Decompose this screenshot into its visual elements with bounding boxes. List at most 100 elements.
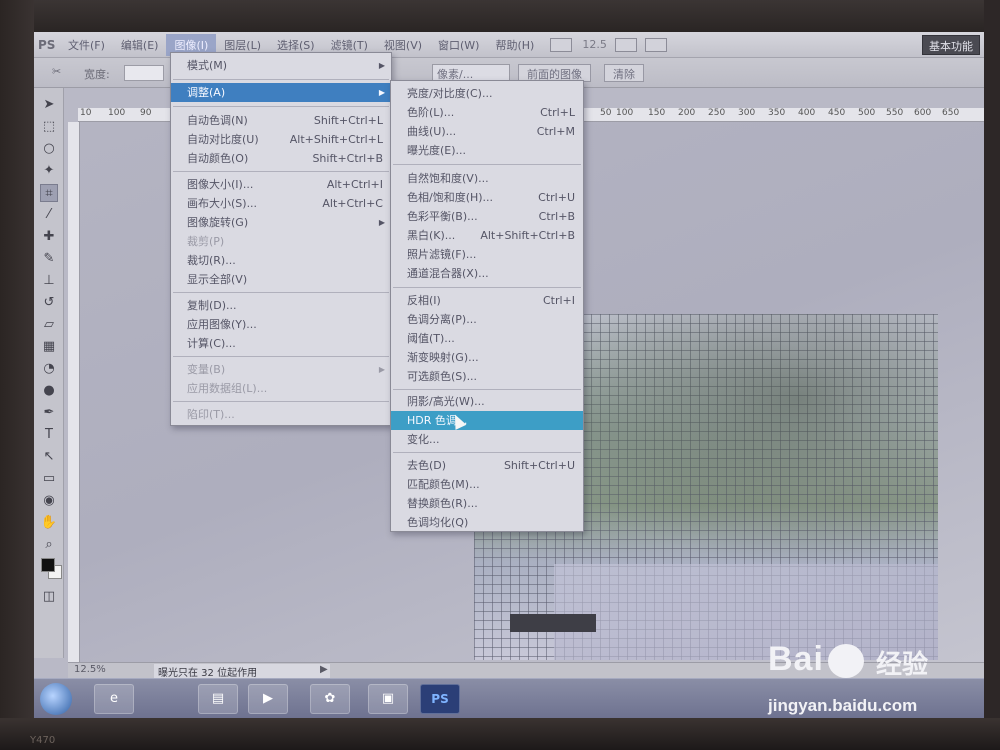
image-menu-item-canvas-size[interactable]: 画布大小(S)... Alt+Ctrl+C bbox=[171, 194, 391, 213]
adjust-item-brightness-contrast[interactable]: 亮度/对比度(C)... bbox=[391, 84, 583, 103]
shape-tool-icon[interactable]: ▭ bbox=[40, 470, 58, 488]
image-menu-item-trap: 陷印(T)... bbox=[187, 408, 235, 421]
image-menu-item-apply-image[interactable]: 应用图像(Y)... bbox=[171, 315, 391, 334]
gradient-tool-icon[interactable]: ▦ bbox=[40, 338, 58, 356]
menu-file[interactable]: 文件(F) bbox=[60, 34, 113, 56]
width-input[interactable] bbox=[124, 65, 164, 81]
image-menu-item-mode[interactable]: 模式(M) ▶ bbox=[171, 56, 391, 75]
image-menu-item-rotation[interactable]: 图像旋转(G) ▶ bbox=[171, 213, 391, 232]
adjust-item-levels[interactable]: 色阶(L)... Ctrl+L bbox=[391, 103, 583, 122]
adjust-item-shadows-highlights[interactable]: 阴影/高光(W)... bbox=[391, 392, 583, 411]
photoshop-taskbar-icon[interactable]: PS bbox=[420, 684, 460, 714]
zoom-tool-icon[interactable]: ⌕ bbox=[40, 536, 58, 554]
ruler-mark: 400 bbox=[798, 108, 816, 118]
stamp-tool-icon[interactable]: ⊥ bbox=[40, 272, 58, 290]
ruler-mark: 250 bbox=[708, 108, 726, 118]
zoom-level[interactable]: 12.5 bbox=[582, 38, 607, 51]
menu-help[interactable]: 帮助(H) bbox=[487, 34, 542, 56]
adjust-item-gradient-map[interactable]: 渐变映射(G)... bbox=[391, 348, 583, 367]
adjust-item-vibrance[interactable]: 自然饱和度(V)... bbox=[391, 169, 583, 188]
lasso-tool-icon[interactable]: ○ bbox=[40, 140, 58, 158]
eyedropper-tool-icon[interactable]: ⁄ bbox=[40, 206, 58, 224]
image-menu-item-calculations[interactable]: 计算(C)... bbox=[171, 334, 391, 353]
image-menu-item-duplicate[interactable]: 复制(D)... bbox=[171, 296, 391, 315]
ruler-mark: 100 bbox=[616, 108, 634, 118]
image-menu-item-adjustments[interactable]: 调整(A) ▶ bbox=[171, 83, 391, 102]
adjust-item-black-white[interactable]: 黑白(K)... Alt+Shift+Ctrl+B bbox=[391, 226, 583, 245]
vertical-ruler bbox=[68, 122, 80, 662]
eraser-tool-icon[interactable]: ▱ bbox=[40, 316, 58, 334]
image-menu-item-image-size[interactable]: 图像大小(I)... Alt+Ctrl+I bbox=[171, 175, 391, 194]
image-menu-item-crop: 裁剪(P) bbox=[187, 235, 225, 248]
brush-tool-icon[interactable]: ✎ bbox=[40, 250, 58, 268]
crop-tool-icon[interactable]: ⌗ bbox=[40, 184, 58, 202]
pen-tool-icon[interactable]: ✒ bbox=[40, 404, 58, 422]
status-arrow-icon[interactable]: ▶ bbox=[320, 664, 328, 675]
quick-mask-icon[interactable]: ◫ bbox=[40, 588, 58, 606]
path-select-tool-icon[interactable]: ↖ bbox=[40, 448, 58, 466]
image-menu-item-auto-tone[interactable]: 自动色调(N) Shift+Ctrl+L bbox=[171, 111, 391, 130]
tools-panel: ➤ ⬚ ○ ✦ ⌗ ⁄ ✚ ✎ ⊥ ↺ ▱ ▦ ◔ ● ✒ T ↖ ▭ ◉ ✋ … bbox=[34, 88, 64, 658]
watermark-brand-cn: 经验 bbox=[876, 650, 929, 680]
adjust-item-channel-mixer[interactable]: 通道混合器(X)... bbox=[391, 264, 583, 283]
bridge-icon[interactable] bbox=[550, 37, 573, 52]
menu-window[interactable]: 窗口(W) bbox=[430, 34, 487, 56]
image-menu-item-auto-color[interactable]: 自动颜色(O) Shift+Ctrl+B bbox=[171, 149, 391, 168]
start-button[interactable] bbox=[40, 683, 72, 715]
image-menu-item-auto-contrast[interactable]: 自动对比度(U) Alt+Shift+Ctrl+L bbox=[171, 130, 391, 149]
adjust-item-desaturate[interactable]: 去色(D) Shift+Ctrl+U bbox=[391, 456, 583, 475]
screen-mode-icon[interactable] bbox=[644, 37, 667, 52]
ie-icon[interactable]: e bbox=[94, 684, 134, 714]
adjust-item-variations[interactable]: 变化... bbox=[391, 430, 583, 449]
media-player-icon[interactable]: ▶ bbox=[248, 684, 288, 714]
ruler-mark: 600 bbox=[914, 108, 932, 118]
adjust-item-color-balance[interactable]: 色彩平衡(B)... Ctrl+B bbox=[391, 207, 583, 226]
arrange-documents-icon[interactable] bbox=[614, 37, 637, 52]
baidu-jingyan-watermark: Bai 经验 jingyan.baidu.com bbox=[768, 640, 978, 730]
ruler-mark: 90 bbox=[140, 108, 152, 118]
image-menu-item-reveal-all[interactable]: 显示全部(V) bbox=[171, 270, 391, 289]
ruler-mark: 200 bbox=[678, 108, 696, 118]
image-menu-item-trim[interactable]: 裁切(R)... bbox=[171, 251, 391, 270]
explorer-folder-icon[interactable]: ▤ bbox=[198, 684, 238, 714]
quick-select-tool-icon[interactable]: ✦ bbox=[40, 162, 58, 180]
adjust-item-posterize[interactable]: 色调分离(P)... bbox=[391, 310, 583, 329]
history-brush-tool-icon[interactable]: ↺ bbox=[40, 294, 58, 312]
type-tool-icon[interactable]: T bbox=[40, 426, 58, 444]
adjust-item-hue-saturation[interactable]: 色相/饱和度(H)... Ctrl+U bbox=[391, 188, 583, 207]
adjust-item-replace-color[interactable]: 替换颜色(R)... bbox=[391, 494, 583, 513]
blur-tool-icon[interactable]: ◔ bbox=[40, 360, 58, 378]
status-zoom[interactable]: 12.5% bbox=[74, 664, 106, 675]
healing-brush-tool-icon[interactable]: ✚ bbox=[40, 228, 58, 246]
hand-tool-icon[interactable]: ✋ bbox=[40, 514, 58, 532]
adjust-item-photo-filter[interactable]: 照片滤镜(F)... bbox=[391, 245, 583, 264]
crop-tool-icon[interactable]: ✂ bbox=[52, 65, 70, 81]
move-tool-icon[interactable]: ➤ bbox=[40, 96, 58, 114]
ruler-mark: 100 bbox=[108, 108, 126, 118]
adjust-item-threshold[interactable]: 阈值(T)... bbox=[391, 329, 583, 348]
adjust-item-hdr-toning[interactable]: HDR 色调... bbox=[391, 411, 583, 430]
adjustments-submenu: 亮度/对比度(C)... 色阶(L)... Ctrl+L 曲线(U)... Ctrl… bbox=[390, 80, 584, 532]
window-thumbnail-icon[interactable]: ▣ bbox=[368, 684, 408, 714]
monitor-bezel-left bbox=[0, 0, 34, 750]
adjust-item-selective-color[interactable]: 可选颜色(S)... bbox=[391, 367, 583, 386]
3d-rotate-tool-icon[interactable]: ◉ bbox=[40, 492, 58, 510]
adjust-item-equalize[interactable]: 色调均化(Q) bbox=[391, 513, 583, 532]
ruler-mark: 50 bbox=[600, 108, 612, 118]
picture-viewer-icon[interactable]: ✿ bbox=[310, 684, 350, 714]
dodge-tool-icon[interactable]: ● bbox=[40, 382, 58, 400]
clear-button[interactable]: 清除 bbox=[604, 64, 644, 82]
marquee-tool-icon[interactable]: ⬚ bbox=[40, 118, 58, 136]
image-menu-dropdown: 模式(M) ▶ 调整(A) ▶ 自动色调(N) Shift+Ctrl+L 自动对比度(… bbox=[170, 52, 392, 426]
ps-logo: PS bbox=[38, 37, 56, 52]
adjust-item-invert[interactable]: 反相(I) Ctrl+I bbox=[391, 291, 583, 310]
menu-edit[interactable]: 编辑(E) bbox=[113, 34, 167, 56]
ruler-mark: 10 bbox=[80, 108, 92, 118]
image-menu-item-variables: 变量(B) ▶ bbox=[187, 363, 385, 376]
adjust-item-match-color[interactable]: 匹配颜色(M)... bbox=[391, 475, 583, 494]
workspace-button[interactable]: 基本功能 bbox=[922, 35, 980, 55]
adjust-item-exposure[interactable]: 曝光度(E)... bbox=[391, 141, 583, 160]
foreground-color-swatch[interactable] bbox=[41, 558, 55, 572]
ruler-mark: 450 bbox=[828, 108, 846, 118]
adjust-item-curves[interactable]: 曲线(U)... Ctrl+M bbox=[391, 122, 583, 141]
